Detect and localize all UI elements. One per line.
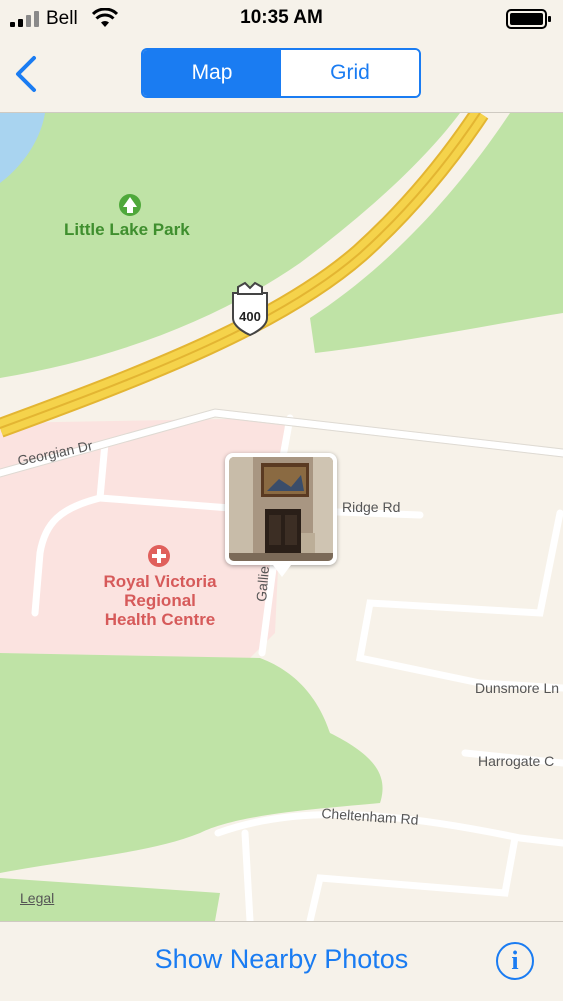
segment-map[interactable]: Map (143, 50, 281, 96)
segment-grid[interactable]: Grid (281, 50, 419, 96)
clock: 10:35 AM (240, 7, 323, 28)
street-label-dunsmore: Dunsmore Ln (475, 680, 560, 696)
street-label-harrogate: Harrogate C (478, 753, 555, 769)
view-mode-segmented-control: Map Grid (141, 48, 421, 98)
legal-link[interactable]: Legal (20, 890, 54, 906)
photo-thumbnail (229, 457, 333, 561)
info-icon[interactable]: i (496, 942, 534, 980)
bottom-toolbar: Show Nearby Photos i (0, 921, 563, 1001)
status-bar: Bell 10:35 AM (0, 0, 563, 36)
photo-pin[interactable] (225, 453, 337, 577)
highway-shield-number: 400 (239, 309, 261, 324)
park-label[interactable]: Little Lake Park (64, 220, 190, 240)
show-nearby-photos-button[interactable]: Show Nearby Photos (0, 944, 563, 975)
navigation-bar: Map Grid (0, 36, 563, 113)
battery-icon (506, 9, 551, 29)
street-label-ridge: Ridge Rd (342, 499, 401, 515)
hospital-label[interactable]: Royal Victoria Regional Health Centre (90, 572, 230, 629)
map-view[interactable]: 400 Little Lake Park Royal Victoria Regio… (0, 113, 563, 921)
street-label-gallie: Gallie (253, 565, 273, 603)
chevron-left-icon[interactable] (10, 54, 42, 94)
